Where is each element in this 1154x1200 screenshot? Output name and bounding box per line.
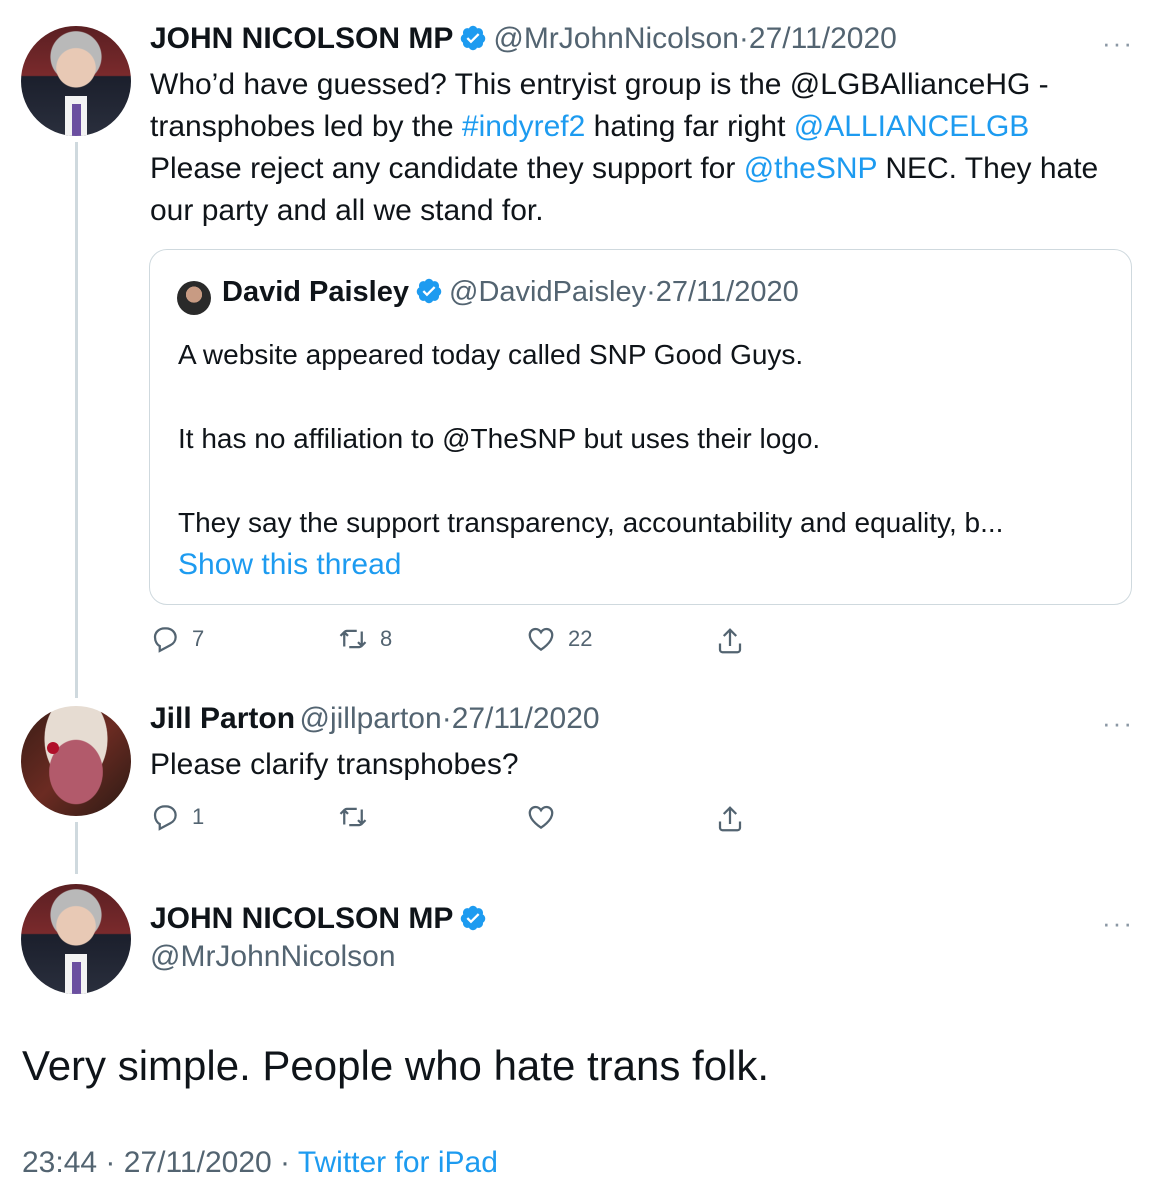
- tweet-time[interactable]: 23:44: [22, 1146, 97, 1179]
- tweet1-line-2: transphobes led by the #indyref2 hating …: [150, 110, 1030, 143]
- quoted-text: A website appeared today called SNP Good…: [178, 334, 1003, 586]
- quoted-author-handle: @DavidPaisley: [449, 276, 647, 308]
- show-thread-link[interactable]: Show this thread: [178, 544, 1003, 586]
- thread-line-1: [75, 142, 78, 698]
- avatar-john-nicolson[interactable]: [21, 884, 131, 994]
- avatar-jill-parton[interactable]: [21, 706, 131, 816]
- tweet1-header: JOHN NICOLSON MP @MrJohnNicolson·27/11/20…: [150, 22, 897, 56]
- tweet-source-link[interactable]: Twitter for iPad: [298, 1146, 498, 1179]
- author-name[interactable]: Jill Parton: [150, 702, 295, 735]
- separator: ·: [280, 1146, 291, 1179]
- verified-icon: [416, 278, 442, 304]
- avatar-john-nicolson[interactable]: [21, 26, 131, 136]
- separator: ·: [738, 22, 749, 55]
- mention-link[interactable]: @ALLIANCELGB: [794, 110, 1030, 143]
- tweet1-text: Who’d have guessed? This entryist group …: [150, 64, 1130, 232]
- more-icon[interactable]: ···: [1102, 28, 1134, 59]
- share-icon: [718, 628, 742, 654]
- hashtag-link[interactable]: #indyref2: [462, 110, 585, 143]
- reply-button[interactable]: 7: [150, 624, 204, 654]
- share-button[interactable]: [715, 626, 745, 656]
- retweet-button[interactable]: [338, 802, 368, 832]
- quoted-paragraph: A website appeared today called SNP Good…: [178, 339, 804, 370]
- reply-icon: [153, 805, 177, 831]
- like-icon: [528, 805, 554, 829]
- quoted-paragraph: It has no affiliation to @TheSNP but use…: [178, 423, 821, 454]
- tweet2-header: Jill Parton @jillparton·27/11/2020: [150, 702, 600, 736]
- tweet-date[interactable]: 27/11/2020: [749, 22, 897, 55]
- quoted-author-name: David Paisley: [222, 276, 409, 308]
- author-handle[interactable]: @MrJohnNicolson: [150, 940, 396, 974]
- thread-line-2: [75, 822, 78, 874]
- retweet-icon: [339, 807, 367, 827]
- quoted-header: David Paisley @DavidPaisley·27/11/2020: [222, 276, 799, 309]
- tweet-date[interactable]: 27/11/2020: [452, 702, 600, 735]
- tweet1-line-3: Please reject any candidate they support…: [150, 152, 1099, 185]
- more-icon[interactable]: ···: [1102, 708, 1134, 739]
- quoted-date: 27/11/2020: [655, 276, 799, 308]
- quoted-paragraph: They say the support transparency, accou…: [178, 507, 1004, 538]
- reply-count: 1: [192, 804, 205, 829]
- retweet-icon: [339, 629, 367, 649]
- like-count: 22: [568, 626, 593, 651]
- separator: ·: [105, 1146, 116, 1179]
- tweet-date[interactable]: 27/11/2020: [124, 1146, 272, 1179]
- tweet1-line-1: Who’d have guessed? This entryist group …: [150, 68, 1049, 101]
- tweet2-text: Please clarify transphobes?: [150, 748, 519, 781]
- retweet-count: 8: [380, 626, 393, 651]
- reply-icon: [153, 627, 177, 653]
- share-icon: [718, 806, 742, 832]
- tweet1-line-4: our party and all we stand for.: [150, 194, 544, 227]
- author-handle[interactable]: @jillparton: [300, 702, 442, 735]
- main-tweet-text: Very simple. People who hate trans folk.: [22, 1042, 770, 1089]
- tweet-meta: 23:44 · 27/11/2020 · Twitter for iPad: [22, 1146, 498, 1180]
- separator: ·: [441, 702, 452, 735]
- author-name[interactable]: JOHN NICOLSON MP: [150, 902, 453, 935]
- main-author-name-row: JOHN NICOLSON MP: [150, 902, 493, 936]
- like-button[interactable]: 22: [526, 624, 592, 654]
- share-button[interactable]: [715, 804, 745, 834]
- author-handle[interactable]: @MrJohnNicolson: [493, 22, 739, 55]
- verified-icon: [461, 25, 486, 51]
- quoted-tweet[interactable]: David Paisley @DavidPaisley·27/11/2020 A …: [149, 249, 1132, 605]
- author-name[interactable]: JOHN NICOLSON MP: [150, 22, 453, 55]
- reply-count: 7: [192, 626, 205, 651]
- verified-icon: [461, 905, 486, 931]
- reply-button[interactable]: 1: [150, 802, 204, 832]
- retweet-button[interactable]: 8: [338, 624, 392, 654]
- like-button[interactable]: [526, 802, 556, 832]
- more-icon[interactable]: ···: [1102, 908, 1134, 939]
- quoted-avatar: [177, 281, 211, 315]
- separator: ·: [646, 276, 656, 308]
- mention-link[interactable]: @theSNP: [744, 152, 877, 185]
- like-icon: [528, 627, 554, 651]
